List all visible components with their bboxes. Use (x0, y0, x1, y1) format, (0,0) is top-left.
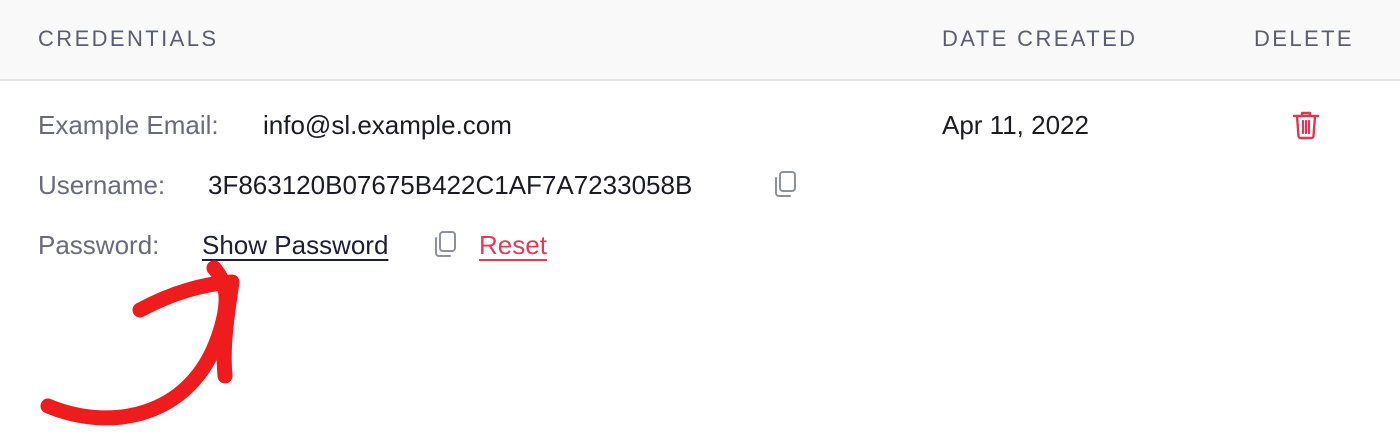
copy-icon (435, 231, 456, 257)
column-header-delete: DELETE (1254, 26, 1354, 51)
reset-password-link[interactable]: Reset (479, 229, 547, 261)
email-label: Example Email: (38, 110, 219, 140)
username-label: Username: (38, 170, 166, 200)
column-header-date-created: DATE CREATED (942, 26, 1138, 51)
column-header-credentials: CREDENTIALS (38, 26, 219, 51)
username-value: 3F863120B07675B422C1AF7A7233058B (208, 170, 693, 200)
copy-password-button[interactable] (432, 230, 458, 260)
trash-icon (1292, 111, 1320, 140)
credentials-panel: CREDENTIALS DATE CREATED DELETE Example … (0, 0, 1400, 446)
show-password-link[interactable]: Show Password (202, 229, 388, 261)
email-value: info@sl.example.com (263, 110, 512, 140)
copy-username-button[interactable] (772, 170, 798, 200)
password-label: Password: (38, 230, 160, 260)
date-created-value: Apr 11, 2022 (942, 110, 1089, 140)
delete-button[interactable] (1292, 110, 1320, 140)
copy-icon (775, 171, 796, 197)
table-header: CREDENTIALS DATE CREATED DELETE (0, 0, 1400, 81)
